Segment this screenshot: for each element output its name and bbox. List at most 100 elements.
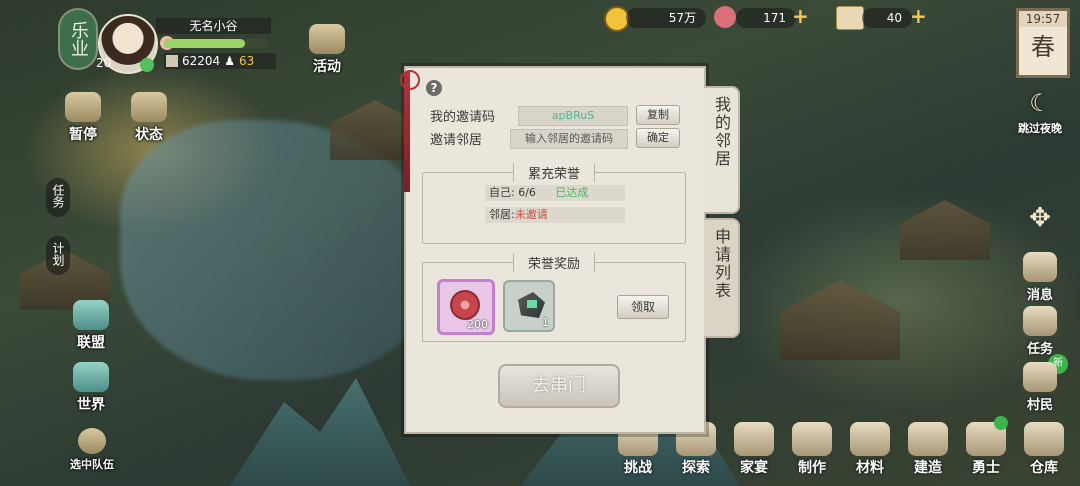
feast-icon (734, 422, 774, 456)
bell-icon (1023, 252, 1057, 282)
craft-label: 制作 (798, 460, 826, 476)
ribbon-decoration (404, 72, 410, 192)
feast-label: 家宴 (740, 460, 768, 476)
coin-amount: 57万 (626, 8, 706, 28)
reward-item-1[interactable]: 200 (437, 279, 495, 335)
materials-label: 材料 (856, 460, 884, 476)
neighbor-status: 未邀请 (514, 208, 548, 221)
tab-my-neighbor[interactable]: 我的邻居 (704, 86, 740, 214)
alliance-button[interactable]: 联盟 (64, 300, 118, 352)
gem-icon (714, 6, 736, 28)
self-status: 已达成 (555, 186, 589, 199)
clock-time: 19:57 (1019, 11, 1067, 27)
villager-icon (1023, 362, 1057, 392)
invite-code-placeholder: 输入邻居的邀请码 (525, 132, 613, 145)
pause-icon (65, 92, 101, 122)
visit-neighbor-button[interactable]: 去串门 (498, 364, 620, 408)
craft-icon (792, 422, 832, 456)
notification-dot (994, 416, 1008, 430)
help-icon[interactable]: ? (426, 80, 442, 96)
gem-amount: 171 (736, 8, 796, 28)
activity-label: 活动 (313, 59, 341, 75)
player-level: 20 (96, 56, 112, 70)
warehouse-button[interactable]: 仓库 (1016, 422, 1072, 477)
build-icon (908, 422, 948, 456)
confirm-button[interactable]: 确定 (636, 128, 680, 148)
reward-1-qty: 200 (467, 318, 488, 331)
pause-label: 暂停 (69, 127, 97, 143)
build-button[interactable]: 建造 (900, 422, 956, 477)
pause-button[interactable]: 暂停 (56, 92, 110, 144)
ticket-icon (836, 6, 864, 30)
season-label: 春 (1031, 33, 1055, 61)
alliance-icon (73, 300, 109, 330)
claim-button[interactable]: 领取 (617, 295, 669, 319)
select-team-label: 选中队伍 (70, 458, 114, 471)
reward-section: 荣誉奖励 200 1 领取 (422, 253, 686, 342)
materials-button[interactable]: 材料 (842, 422, 898, 477)
skip-night-button[interactable]: ☾ 跳过夜晚 (1010, 88, 1070, 136)
stat-villagers: 63 (238, 54, 255, 68)
tab-my-neighbor-label: 我的邻居 (712, 96, 731, 168)
explore-label: 探索 (682, 460, 710, 476)
materials-icon (850, 422, 890, 456)
status-label: 状态 (135, 127, 163, 143)
build-label: 建造 (914, 460, 942, 476)
jade-ore-icon (518, 292, 545, 318)
copy-button[interactable]: 复制 (636, 105, 680, 125)
invite-code-value: apBRuS (551, 109, 595, 122)
moon-icon: ☾ (1029, 89, 1051, 117)
status-button[interactable]: 状态 (122, 92, 176, 144)
world-map-icon (73, 362, 109, 392)
warrior-button[interactable]: 勇士 (958, 422, 1014, 477)
flower-menu-icon[interactable]: ✥ (1026, 204, 1054, 232)
add-tickets-button[interactable]: + (910, 5, 927, 27)
task-label: 任务 (51, 184, 65, 208)
tab-apply-list-label: 申请列表 (712, 228, 731, 300)
honor-section-title: 累充荣誉 (512, 163, 596, 182)
ticket-amount: 40 (862, 8, 912, 28)
honor-section: 累充荣誉 自己: 6/6 已达成 邻居:未邀请 (422, 163, 686, 244)
exp-fill (164, 39, 246, 48)
scroll-icon (1023, 306, 1057, 336)
reward-section-title: 荣誉奖励 (512, 253, 596, 272)
faction-seal[interactable]: 乐业 (60, 10, 96, 68)
team-avatar-icon (78, 428, 106, 454)
activity-button[interactable]: 活动 (300, 24, 354, 76)
neighbor-status-row: 邻居:未邀请 (485, 207, 625, 223)
select-team-button[interactable]: 选中队伍 (62, 428, 122, 472)
lantern-icon (309, 24, 345, 54)
my-invite-code: apBRuS (518, 106, 628, 126)
person-icon: ♟ (224, 54, 235, 68)
warrior-label: 勇士 (972, 460, 1000, 476)
time-season-indicator[interactable]: 19:57 春 (1016, 8, 1070, 78)
skip-night-label: 跳过夜晚 (1018, 122, 1062, 135)
alliance-label: 联盟 (77, 335, 105, 351)
plan-button[interactable]: 计划 (46, 236, 70, 275)
invite-neighbor-label: 邀请邻居 (430, 133, 483, 148)
craft-button[interactable]: 制作 (784, 422, 840, 477)
invite-code-input[interactable]: 输入邻居的邀请码 (510, 129, 628, 149)
reward-2-qty: 1 (542, 316, 549, 329)
feast-button[interactable]: 家宴 (726, 422, 782, 477)
message-button[interactable]: 消息 (1010, 252, 1070, 303)
world-label: 世界 (77, 397, 105, 413)
tasks-button[interactable]: 任务 (1010, 306, 1070, 357)
world-button[interactable]: 世界 (64, 362, 118, 414)
message-label: 消息 (1026, 288, 1053, 303)
plan-label: 计划 (51, 242, 65, 266)
status-icon (131, 92, 167, 122)
house-icon (166, 55, 178, 67)
villagers-button[interactable]: 村民 (1010, 362, 1070, 413)
self-status-row: 自己: 6/6 已达成 (485, 185, 625, 201)
challenge-label: 挑战 (624, 460, 652, 476)
tab-apply-list[interactable]: 申请列表 (704, 218, 740, 338)
add-gems-button[interactable]: + (792, 5, 809, 27)
reward-item-2[interactable]: 1 (503, 280, 555, 332)
online-dot-icon (140, 58, 154, 72)
exp-bar (164, 39, 268, 48)
self-progress: 自己: 6/6 (489, 186, 536, 199)
task-button[interactable]: 任务 (46, 178, 70, 217)
tasks-label: 任务 (1026, 342, 1053, 357)
stat-population: 62204 (182, 54, 221, 68)
